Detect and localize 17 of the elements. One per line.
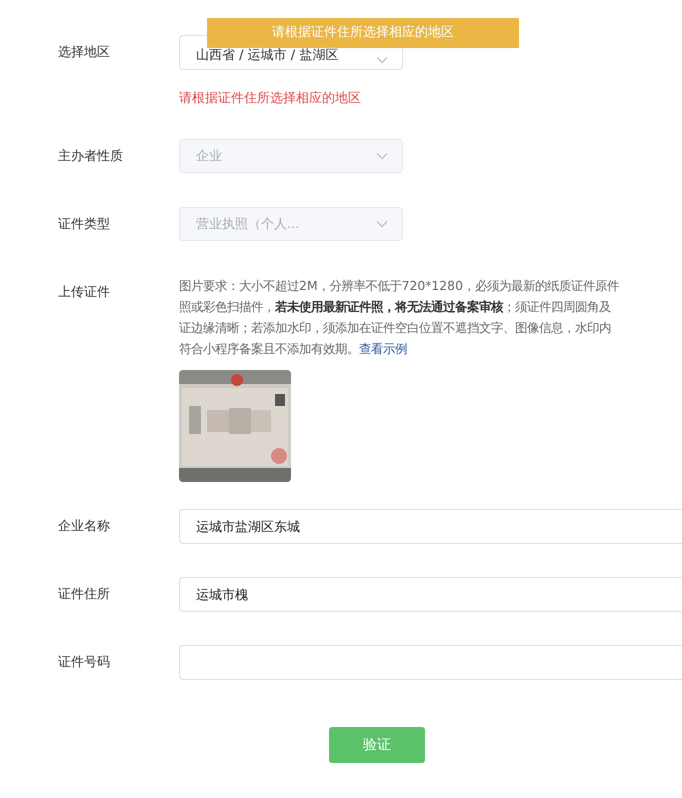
field-label: 上传证件 (57, 284, 111, 302)
field-label: 证件住所 (57, 586, 111, 604)
chevron-down-icon (376, 152, 388, 160)
input-field[interactable]: 运城市盐湖区东城 (179, 509, 682, 544)
field-label: 企业名称 (57, 518, 111, 536)
error-toast: 请根据证件住所选择相应的地区 (207, 18, 519, 48)
requirement-text: 图片要求：大小不超过2M，分辨率不低于720*1280，必须为最新的纸质证件原件 照或彩色扫描件，若未使用最新证件照，将无法通过备案审核；须证件四周圆角及 证边缘清晰；若添加水印，须添加在证件空白位置不遮挡文字、图像信息，水印内 符合小程序备案且不添加有效期。查看示例 (179, 277, 619, 358)
chevron-down-icon (376, 56, 388, 64)
field-label: 证件号码 (57, 654, 111, 672)
chevron-down-icon (376, 220, 388, 228)
field-label: 选择地区 (57, 44, 111, 62)
field-label: 证件类型 (57, 216, 111, 234)
field-label: 主办者性质 (57, 148, 124, 166)
error-message: 请根据证件住所选择相应的地区 (179, 90, 361, 107)
input-field[interactable]: 运城市槐 (179, 577, 682, 612)
input-field[interactable] (179, 645, 682, 680)
example-link[interactable]: 查看示例 (359, 341, 407, 356)
